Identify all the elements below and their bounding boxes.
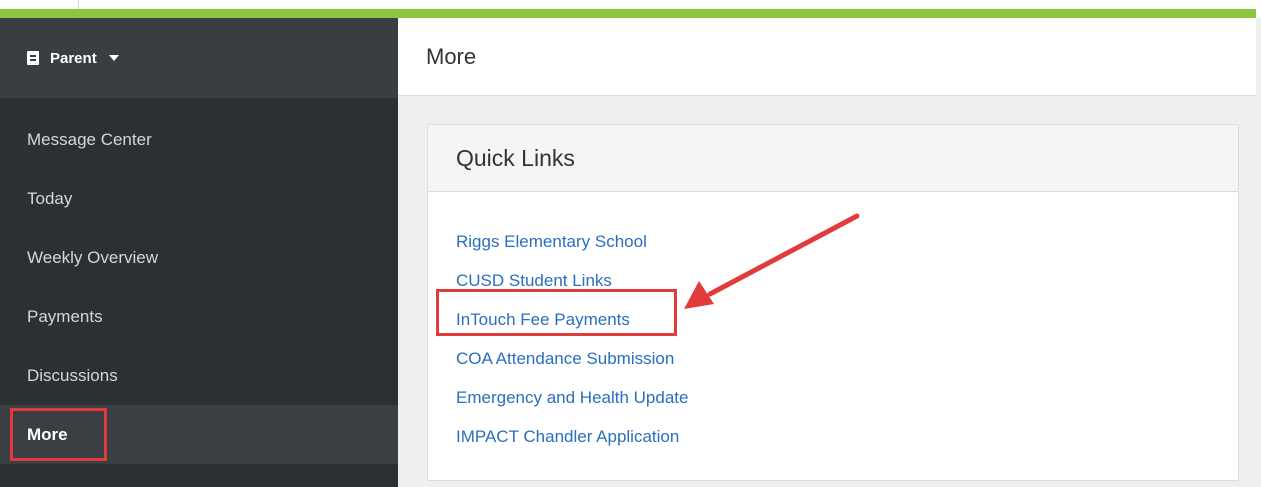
sidebar-nav: Message Center Today Weekly Overview Pay… <box>0 110 398 464</box>
book-icon <box>27 51 39 65</box>
sidebar-item-today[interactable]: Today <box>0 169 398 228</box>
role-switcher[interactable]: Parent <box>0 18 398 98</box>
top-separator <box>78 0 79 9</box>
sidebar-item-weekly-overview[interactable]: Weekly Overview <box>0 228 398 287</box>
sidebar-item-label: Weekly Overview <box>27 247 158 267</box>
role-label: Parent <box>50 49 97 67</box>
main-header: More <box>398 18 1256 96</box>
page-title: More <box>426 43 477 69</box>
card-header: Quick Links <box>428 125 1238 192</box>
link-riggs-elementary[interactable]: Riggs Elementary School <box>456 222 688 261</box>
highlight-box-intouch <box>436 289 677 336</box>
sidebar-item-label: Message Center <box>27 129 152 149</box>
highlight-box-more <box>10 408 107 461</box>
main-content: More Quick Links Riggs Elementary School… <box>398 18 1261 487</box>
sidebar-item-label: Discussions <box>27 365 118 385</box>
top-accent-bar <box>0 0 1261 18</box>
caret-down-icon[interactable] <box>108 55 119 61</box>
sidebar-item-label: Today <box>27 188 73 208</box>
link-emergency-health-update[interactable]: Emergency and Health Update <box>456 378 688 417</box>
sidebar-item-payments[interactable]: Payments <box>0 287 398 346</box>
link-coa-attendance[interactable]: COA Attendance Submission <box>456 339 688 378</box>
sidebar-item-message-center[interactable]: Message Center <box>0 110 398 169</box>
link-impact-chandler[interactable]: IMPACT Chandler Application <box>456 417 688 456</box>
accent-stripe <box>0 9 1256 18</box>
quick-links-card: Quick Links Riggs Elementary School CUSD… <box>427 124 1239 481</box>
quick-links-list: Riggs Elementary School CUSD Student Lin… <box>456 222 688 456</box>
sidebar: Parent Message Center Today Weekly Overv… <box>0 18 398 487</box>
card-title: Quick Links <box>456 144 575 171</box>
top-left-gap <box>0 0 78 9</box>
sidebar-item-discussions[interactable]: Discussions <box>0 346 398 405</box>
sidebar-item-label: Payments <box>27 306 103 326</box>
sidebar-item-more[interactable]: More <box>0 405 398 464</box>
